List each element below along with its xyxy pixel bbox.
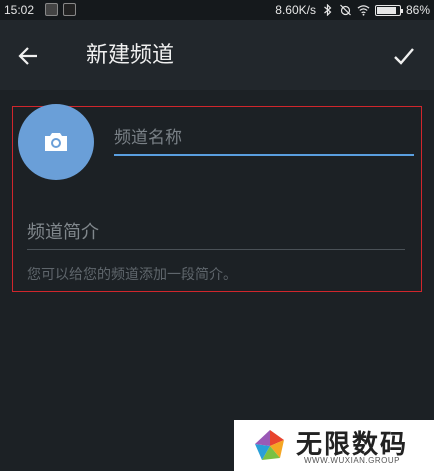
alarm-off-icon [340,4,351,16]
brand-logo-icon [255,430,284,460]
status-bar: 15:02 8.60K/s 86% [0,0,434,20]
network-speed: 8.60K/s [275,3,316,17]
watermark-subtitle: WWW.WUXIAN.GROUP [304,456,400,465]
battery-percent: 86% [405,3,430,17]
channel-name-input[interactable] [114,122,414,156]
app-bar: 新建频道 [0,20,434,90]
watermark: 无限数码 WWW.WUXIAN.GROUP [234,420,434,471]
channel-description-input[interactable] [27,216,405,250]
arrow-left-icon [18,47,37,65]
bluetooth-icon [324,4,332,16]
description-hint: 您可以给您的频道添加一段简介。 [27,267,237,283]
status-right: 8.60K/s 86% [275,3,430,17]
channel-avatar-button[interactable] [18,104,94,180]
page-title: 新建频道 [86,43,175,68]
battery-icon [374,4,403,16]
notification-app-icon [63,3,76,16]
done-button[interactable] [390,42,418,70]
battery-fill [376,6,396,14]
notification-app-icon [45,3,58,16]
check-icon [394,48,414,65]
wifi-icon [357,5,370,16]
screen: 15:02 8.60K/s 86% 新建频道 频道名称 频道简介 您可以给您的频… [0,0,434,471]
back-button[interactable] [14,42,42,70]
status-time: 15:02 [4,3,35,17]
camera-icon [45,133,67,151]
